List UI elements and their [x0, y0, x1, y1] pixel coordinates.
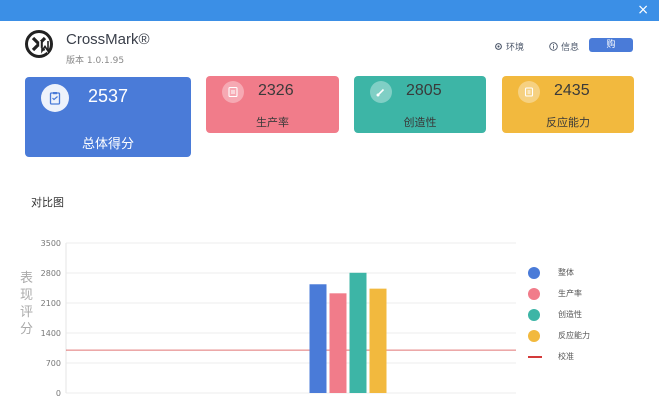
app-version: 版本 1.0.1.95: [66, 56, 125, 66]
creativity-label: 创造性: [403, 116, 437, 129]
legend-label: 生产率: [558, 289, 582, 298]
productivity-card: 2326 生产率: [206, 76, 339, 133]
buy-button[interactable]: 购: [589, 38, 633, 52]
legend-label: 创造性: [558, 310, 582, 319]
document-icon: [222, 81, 244, 103]
info-link[interactable]: 信息: [549, 40, 579, 53]
legend-item-productivity[interactable]: 生产率: [528, 283, 590, 304]
legend-item-creativity[interactable]: 创造性: [528, 304, 590, 325]
bar-0[interactable]: [309, 284, 327, 393]
comparison-chart: 0 700 1400 2100 2800 3500: [41, 239, 516, 398]
info-icon: [549, 42, 558, 51]
app-name: CrossMark®: [66, 31, 150, 48]
overall-score-card: 2537 总体得分: [25, 77, 191, 157]
y-tick-label: 0: [56, 389, 61, 398]
y-tick-label: 2100: [41, 299, 61, 308]
responsiveness-label: 反应能力: [546, 116, 590, 129]
environment-link[interactable]: 环境: [494, 40, 524, 53]
y-tick-label: 3500: [41, 239, 61, 248]
legend-label: 校准: [558, 352, 574, 361]
comparison-chart-title: 对比图: [31, 196, 64, 209]
bar-2[interactable]: [349, 272, 367, 393]
y-tick-label: 700: [46, 359, 61, 368]
responsiveness-card: 2435 反应能力: [502, 76, 634, 133]
clipboard-icon: [41, 84, 69, 112]
bar-1[interactable]: [329, 293, 347, 393]
productivity-label: 生产率: [256, 116, 289, 129]
brush-icon: [370, 81, 392, 103]
legend-swatch: [528, 329, 540, 342]
speed-icon: [518, 81, 540, 103]
legend-swatch: [528, 287, 540, 300]
legend-label: 反应能力: [558, 331, 590, 340]
legend-item-responsiveness[interactable]: 反应能力: [528, 325, 590, 346]
legend-swatch: [528, 266, 540, 279]
legend-swatch: [528, 355, 542, 358]
legend-label: 整体: [558, 268, 574, 277]
y-tick-label: 2800: [41, 269, 61, 278]
y-tick-label: 1400: [41, 329, 61, 338]
bar-3[interactable]: [369, 288, 387, 393]
overall-score-label: 总体得分: [81, 137, 134, 152]
chart-legend: 整体 生产率 创造性 反应能力 校准: [528, 262, 590, 367]
creativity-score-value: 2805: [406, 82, 442, 99]
legend-item-overall[interactable]: 整体: [528, 262, 590, 283]
crossmark-logo-icon: [25, 30, 53, 58]
productivity-score-value: 2326: [258, 82, 294, 99]
info-label: 信息: [561, 43, 580, 53]
title-bar: ×: [0, 0, 659, 21]
creativity-card: 2805 创造性: [354, 76, 486, 133]
environment-label: 环境: [506, 43, 525, 53]
legend-swatch: [528, 308, 540, 321]
close-button[interactable]: ×: [637, 2, 649, 18]
responsiveness-score-value: 2435: [554, 82, 590, 99]
legend-item-reference[interactable]: 校准: [528, 346, 590, 367]
overall-score-value: 2537: [88, 86, 129, 106]
gear-icon: [495, 43, 502, 50]
